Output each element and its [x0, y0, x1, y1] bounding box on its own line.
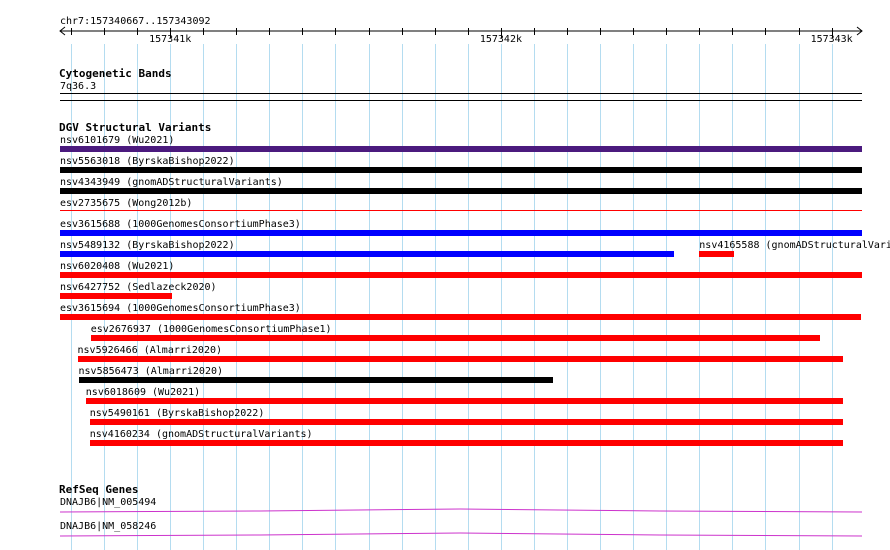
variant-label[interactable]: nsv5490161 (ByrskaBishop2022) — [90, 408, 265, 419]
variant-bar[interactable] — [60, 230, 862, 236]
variant-label[interactable]: esv2735675 (Wong2012b) — [60, 198, 192, 209]
variant-bar[interactable] — [60, 188, 862, 194]
variant-bar[interactable] — [60, 314, 862, 320]
variant-label[interactable]: nsv5563018 (ByrskaBishop2022) — [60, 156, 235, 167]
gene-label[interactable]: DNAJB6|NM_005494 — [60, 497, 156, 508]
variant-bar[interactable] — [89, 419, 844, 425]
gene-intron-line[interactable] — [60, 532, 862, 538]
variant-label[interactable]: nsv6427752 (Sedlazeck2020) — [60, 282, 217, 293]
variant-bar[interactable] — [60, 251, 674, 257]
variant-label[interactable]: esv2676937 (1000GenomesConsortiumPhase1) — [91, 324, 332, 335]
variant-label[interactable]: nsv6018609 (Wu2021) — [86, 387, 200, 398]
refseq-track-title: RefSeq Genes — [59, 483, 139, 496]
variant-label[interactable]: nsv4165588 (gnomADStructuralVariants) — [699, 240, 890, 251]
tick-label: 157341k — [149, 34, 192, 45]
variant-bar[interactable] — [699, 251, 734, 257]
variant-label[interactable]: esv3615694 (1000GenomesConsortiumPhase3) — [60, 303, 301, 314]
variant-bar[interactable] — [60, 146, 862, 152]
gene-label[interactable]: DNAJB6|NM_058246 — [60, 521, 156, 532]
variant-label[interactable]: nsv4343949 (gnomADStructuralVariants) — [60, 177, 283, 188]
tick-label: 157342k — [479, 34, 522, 45]
variant-bar[interactable] — [60, 167, 862, 173]
variant-bar[interactable] — [60, 293, 172, 299]
variant-label[interactable]: nsv6101679 (Wu2021) — [60, 135, 174, 146]
variant-label[interactable]: nsv6020408 (Wu2021) — [60, 261, 174, 272]
variant-bar[interactable] — [78, 377, 553, 383]
variant-label[interactable]: nsv5856473 (Almarri2020) — [79, 366, 224, 377]
variant-label[interactable]: nsv5926466 (Almarri2020) — [78, 345, 223, 356]
variant-label[interactable]: nsv5489132 (ByrskaBishop2022) — [60, 240, 235, 251]
variant-bar[interactable] — [77, 356, 844, 362]
cyto-track-title: Cytogenetic Bands — [59, 67, 172, 80]
variant-bar[interactable] — [60, 272, 862, 278]
ruler-axis[interactable] — [0, 24, 890, 44]
variant-label[interactable]: nsv4160234 (gnomADStructuralVariants) — [90, 429, 313, 440]
cyto-band-bar-bottom — [60, 100, 862, 101]
dgv-track-title: DGV Structural Variants — [59, 121, 212, 134]
cyto-band-label: 7q36.3 — [60, 81, 97, 92]
cyto-band-bar[interactable] — [60, 93, 862, 94]
gene-intron-line[interactable] — [60, 508, 862, 514]
variant-bar[interactable] — [90, 335, 820, 341]
variant-bar[interactable] — [85, 398, 844, 404]
variant-label[interactable]: esv3615688 (1000GenomesConsortiumPhase3) — [60, 219, 301, 230]
variant-bar[interactable] — [89, 440, 844, 446]
variant-bar[interactable] — [60, 210, 862, 211]
tick-label: 157343k — [810, 34, 853, 45]
